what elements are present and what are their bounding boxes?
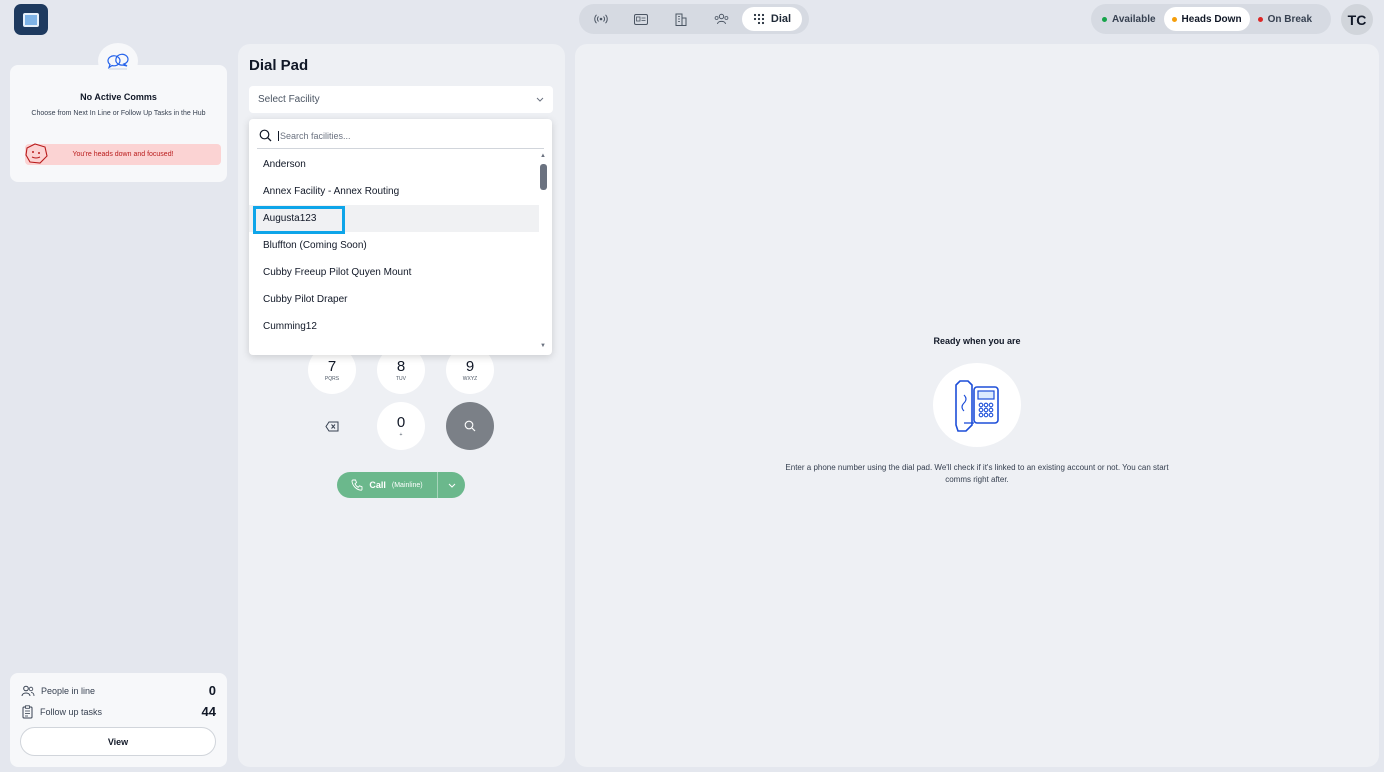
- facility-list: Anderson Annex Facility - Annex Routing …: [249, 151, 539, 340]
- status-available[interactable]: Available: [1094, 7, 1164, 31]
- chevron-down-icon: [536, 97, 544, 102]
- broadcast-nav-button[interactable]: [582, 7, 620, 31]
- facility-option[interactable]: Anderson: [249, 151, 539, 178]
- search-icon: [464, 420, 476, 432]
- facility-option[interactable]: Cubby Freeup Pilot Quyen Mount: [249, 259, 539, 286]
- desk-phone-illustration: [933, 363, 1021, 447]
- backspace-icon: [325, 421, 339, 431]
- phone-icon: [351, 479, 363, 491]
- dial-nav-button[interactable]: Dial: [742, 7, 802, 31]
- building-icon: [675, 13, 687, 26]
- top-nav: Dial: [579, 4, 809, 34]
- key-letters: TUV: [396, 375, 406, 382]
- dial-nav-label: Dial: [770, 13, 792, 25]
- key-digit: 8: [396, 357, 406, 375]
- ready-description: Enter a phone number using the dial pad.…: [785, 463, 1169, 485]
- call-line-label: (Mainline): [391, 481, 423, 489]
- comms-subtitle: Choose from Next In Line or Follow Up Ta…: [31, 110, 206, 117]
- people-in-line-count: 0: [208, 683, 216, 698]
- queue-stats-card: People in line 0 Follow up tasks 44 View: [10, 673, 227, 767]
- status-heads-down[interactable]: Heads Down: [1163, 7, 1250, 31]
- dialpad-icon: [753, 13, 765, 25]
- chevron-down-icon: [448, 483, 455, 488]
- focused-face-icon: [25, 143, 48, 164]
- ready-title: Ready when you are: [933, 336, 1021, 346]
- dropdown-scrollbar[interactable]: ▲ ▼: [539, 153, 548, 349]
- key-digit: 7: [327, 357, 337, 375]
- people-in-line-label: People in line: [41, 685, 96, 696]
- key-letters: +: [399, 431, 403, 438]
- call-button[interactable]: Call (Mainline): [337, 472, 465, 498]
- comms-title: No Active Comms: [80, 92, 157, 102]
- id-card-nav-button[interactable]: [622, 7, 660, 31]
- chat-bubbles-icon: [98, 43, 138, 79]
- backspace-button[interactable]: [308, 402, 356, 450]
- search-icon: [259, 129, 272, 142]
- building-nav-button[interactable]: [662, 7, 700, 31]
- app-logo[interactable]: [14, 4, 48, 35]
- people-icon: [714, 13, 728, 25]
- facility-option[interactable]: Cubby Pilot Draper: [249, 286, 539, 313]
- key-digit: 0: [396, 413, 406, 431]
- follow-up-label: Follow up tasks: [40, 706, 103, 717]
- people-icon: [21, 685, 35, 696]
- dial-pad-title: Dial Pad: [249, 57, 309, 74]
- heads-down-dot: [1171, 16, 1177, 22]
- selection-focus-outline: [253, 206, 345, 234]
- facility-search-placeholder: Search facilities...: [278, 130, 351, 141]
- broadcast-icon: [594, 14, 608, 24]
- status-available-label: Available: [1112, 13, 1156, 25]
- call-label: Call: [369, 480, 386, 490]
- status-on-break[interactable]: On Break: [1250, 7, 1320, 31]
- view-button[interactable]: View: [20, 727, 216, 756]
- key-letters: WXYZ: [462, 375, 478, 382]
- facility-option[interactable]: Bluffton (Coming Soon): [249, 232, 539, 259]
- desk-phone-icon: [955, 380, 999, 432]
- facility-search-input[interactable]: Search facilities...: [257, 123, 544, 149]
- scrollbar-thumb[interactable]: [540, 164, 547, 190]
- available-dot: [1102, 16, 1107, 22]
- clipboard-icon: [22, 704, 33, 718]
- facility-dropdown: Search facilities... Anderson Annex Faci…: [249, 119, 552, 355]
- id-card-icon: [634, 13, 648, 25]
- status-on-break-label: On Break: [1267, 13, 1313, 25]
- key-letters: PQRS: [324, 375, 340, 382]
- facility-option[interactable]: Annex Facility - Annex Routing: [249, 178, 539, 205]
- follow-up-count: 44: [201, 704, 216, 719]
- user-avatar[interactable]: TC: [1341, 4, 1373, 35]
- call-main-button[interactable]: Call (Mainline): [337, 472, 438, 498]
- scroll-up-arrow-icon[interactable]: ▲: [540, 153, 546, 159]
- key-0[interactable]: 0 +: [377, 402, 425, 450]
- status-heads-down-label: Heads Down: [1181, 13, 1242, 25]
- status-selector: Available Heads Down On Break: [1091, 4, 1331, 34]
- facility-select[interactable]: Select Facility: [249, 86, 553, 113]
- heads-down-banner: You're heads down and focused!: [25, 144, 221, 165]
- follow-up-row: Follow up tasks 44: [21, 704, 216, 719]
- facility-option[interactable]: Cumming12: [249, 313, 539, 340]
- people-nav-button[interactable]: [702, 7, 740, 31]
- lookup-button[interactable]: [446, 402, 494, 450]
- on-break-dot: [1257, 16, 1263, 22]
- call-options-toggle[interactable]: [438, 483, 465, 488]
- facility-select-label: Select Facility: [258, 94, 320, 105]
- key-digit: 9: [465, 357, 475, 375]
- scroll-down-arrow-icon[interactable]: ▼: [540, 343, 546, 349]
- people-in-line-row: People in line 0: [21, 683, 216, 698]
- main-content-panel: Ready when you are Enter a phone number …: [575, 44, 1379, 767]
